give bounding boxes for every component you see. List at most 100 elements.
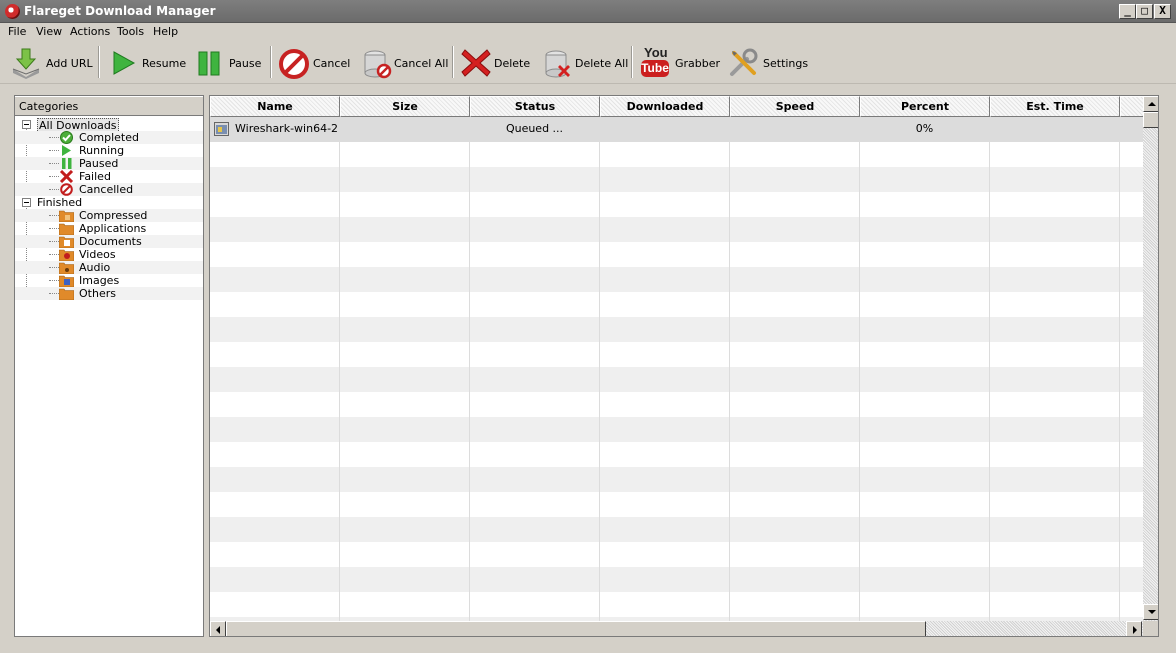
delete-all-button[interactable]: Delete All	[543, 44, 628, 82]
empty-cell	[600, 342, 730, 367]
empty-table-row	[210, 492, 1144, 517]
empty-cell	[990, 142, 1120, 167]
empty-table-row	[210, 517, 1144, 542]
tree-item-applications[interactable]: Applications	[15, 222, 203, 235]
empty-cell	[990, 567, 1120, 592]
settings-button[interactable]: Settings	[728, 44, 808, 82]
resume-button[interactable]: Resume	[108, 44, 186, 82]
pause-icon	[198, 51, 220, 76]
tree-item-running[interactable]: Running	[15, 144, 203, 157]
horizontal-scrollbar[interactable]	[210, 621, 1143, 636]
empty-cell	[210, 192, 340, 217]
empty-cell	[340, 342, 470, 367]
scroll-right-button[interactable]	[1126, 621, 1142, 636]
tree-item-documents[interactable]: Documents	[15, 235, 203, 248]
cancel-all-button[interactable]: Cancel All	[362, 44, 448, 82]
column-header-size[interactable]: Size	[340, 96, 470, 117]
empty-cell	[600, 242, 730, 267]
collapse-toggle-icon[interactable]	[22, 120, 31, 129]
failed-label: Failed	[79, 170, 111, 183]
cell-downloaded	[600, 117, 730, 142]
scroll-up-button[interactable]	[1143, 96, 1158, 112]
tree-item-audio[interactable]: Audio	[15, 261, 203, 274]
collapse-toggle-icon[interactable]	[22, 198, 31, 207]
cell-est-time	[990, 117, 1120, 142]
grabber-button[interactable]: You Tube Grabber	[640, 44, 720, 82]
tree-item-cancelled[interactable]: Cancelled	[15, 183, 203, 196]
horizontal-scroll-thumb[interactable]	[226, 621, 926, 636]
table-row[interactable]: Wireshark-win64-2... Queued ... 0%	[210, 117, 1144, 142]
empty-cell	[210, 417, 340, 442]
pause-button[interactable]: Pause	[194, 44, 262, 82]
empty-cell	[860, 292, 990, 317]
empty-cell	[860, 592, 990, 617]
tree-line	[49, 189, 59, 190]
empty-cell	[990, 392, 1120, 417]
tree-line	[49, 228, 59, 229]
column-header-downloaded[interactable]: Downloaded	[600, 96, 730, 117]
empty-cell	[340, 517, 470, 542]
file-name: Wireshark-win64-2...	[235, 122, 340, 135]
tree-item-paused[interactable]: Paused	[15, 157, 203, 170]
scroll-down-button[interactable]	[1143, 604, 1158, 620]
menu-file[interactable]: File	[8, 25, 26, 38]
cancel-button[interactable]: Cancel	[278, 44, 350, 82]
tree-line	[49, 215, 59, 216]
empty-cell	[990, 542, 1120, 567]
empty-cell	[600, 167, 730, 192]
empty-cell	[340, 492, 470, 517]
empty-cell	[990, 517, 1120, 542]
tree-item-others[interactable]: Others	[15, 287, 203, 300]
play-icon	[113, 51, 136, 75]
column-header-percent[interactable]: Percent	[860, 96, 990, 117]
column-header-name[interactable]: Name	[210, 96, 340, 117]
tree-node-finished[interactable]: Finished	[15, 196, 203, 209]
add-url-button[interactable]: Add URL	[10, 44, 93, 82]
settings-label: Settings	[763, 57, 809, 70]
empty-cell	[340, 292, 470, 317]
empty-cell	[990, 317, 1120, 342]
tree-item-completed[interactable]: Completed	[15, 131, 203, 144]
tree-item-images[interactable]: Images	[15, 274, 203, 287]
empty-table-row	[210, 167, 1144, 192]
empty-cell	[990, 592, 1120, 617]
others-folder-icon	[59, 288, 74, 300]
tree-item-compressed[interactable]: Compressed	[15, 209, 203, 222]
menu-actions[interactable]: Actions	[70, 25, 110, 38]
column-header-status[interactable]: Status	[470, 96, 600, 117]
audio-label: Audio	[79, 261, 111, 274]
empty-cell	[860, 492, 990, 517]
empty-cell	[210, 217, 340, 242]
empty-table-row	[210, 592, 1144, 617]
empty-cell	[990, 467, 1120, 492]
minimize-button[interactable]: _	[1119, 4, 1136, 19]
empty-cell	[340, 242, 470, 267]
tree-item-failed[interactable]: Failed	[15, 170, 203, 183]
tree-item-videos[interactable]: Videos	[15, 248, 203, 261]
window-title: Flareget Download Manager	[24, 4, 216, 18]
tree-line	[49, 254, 59, 255]
empty-table-row	[210, 142, 1144, 167]
empty-cell	[730, 142, 860, 167]
menu-help[interactable]: Help	[153, 25, 178, 38]
scroll-left-button[interactable]	[210, 621, 226, 636]
menu-tools[interactable]: Tools	[117, 25, 144, 38]
empty-table-row	[210, 392, 1144, 417]
column-header-est-time[interactable]: Est. Time	[990, 96, 1120, 117]
close-button[interactable]: X	[1154, 4, 1171, 19]
delete-button[interactable]: Delete	[460, 44, 532, 82]
cancel-circle-icon	[60, 183, 73, 196]
red-x-icon	[461, 49, 491, 77]
vertical-scrollbar[interactable]	[1143, 96, 1158, 621]
audio-folder-icon	[59, 262, 74, 274]
categories-header-label: Categories	[19, 100, 79, 113]
column-header-speed[interactable]: Speed	[730, 96, 860, 117]
empty-cell	[730, 317, 860, 342]
tree-node-all-downloads[interactable]: All Downloads	[15, 118, 203, 133]
vertical-scroll-thumb[interactable]	[1143, 112, 1158, 128]
menu-view[interactable]: View	[36, 25, 62, 38]
empty-cell	[340, 142, 470, 167]
empty-cell	[730, 267, 860, 292]
title-bar[interactable]: Flareget Download Manager _ □ X	[0, 0, 1176, 23]
maximize-button[interactable]: □	[1136, 4, 1153, 19]
